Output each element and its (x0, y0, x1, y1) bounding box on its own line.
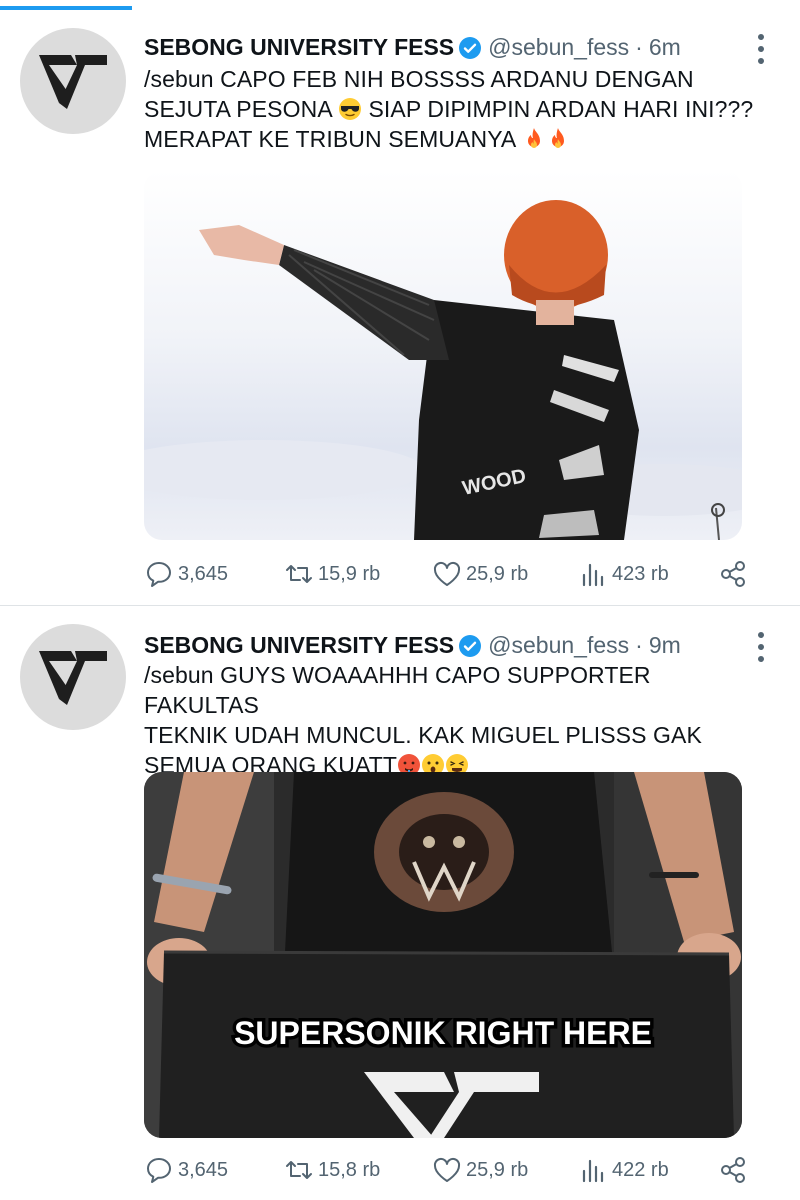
heart-icon (433, 561, 461, 586)
tweet-text-segment: SEJUTA PESONA (144, 96, 338, 122)
views-count: 423 rb (612, 562, 669, 585)
reply-button[interactable]: 3,645 (144, 1152, 228, 1188)
retweet-icon (286, 1161, 312, 1179)
retweet-button[interactable]: 15,8 rb (284, 1152, 380, 1188)
share-button[interactable] (718, 556, 752, 592)
verified-badge-icon (458, 634, 482, 658)
tweet-image[interactable]: WOOD (144, 170, 742, 540)
tweet-header: SEBONG UNIVERSITY FESS @sebun_fess · 6m (144, 34, 740, 61)
timestamp[interactable]: 9m (649, 632, 681, 659)
fire-emoji-icon (527, 128, 540, 148)
retweet-icon (286, 565, 312, 583)
tweet[interactable]: SEBONG UNIVERSITY FESS @sebun_fess · 9m … (0, 606, 800, 1200)
heart-icon (433, 1157, 461, 1182)
retweet-count: 15,9 rb (318, 562, 381, 585)
views-count: 422 rb (612, 1158, 669, 1181)
svg-text:SUPERSONIK RIGHT HERE: SUPERSONIK RIGHT HERE (234, 1015, 652, 1051)
reply-count: 3,645 (178, 1158, 229, 1181)
tweet-text-line: MERAPAT KE TRIBUN SEMUANYA (144, 124, 770, 154)
reply-count: 3,645 (178, 562, 229, 585)
share-button[interactable] (718, 1152, 752, 1188)
reply-icon (147, 562, 171, 587)
like-count: 25,9 rb (466, 562, 529, 585)
share-icon (721, 1157, 745, 1183)
fire-emoji-icon (551, 128, 564, 148)
handle[interactable]: @sebun_fess (488, 632, 629, 659)
tweet-text-line: TEKNIK UDAH MUNCUL. KAK MIGUEL PLISSS GA… (144, 722, 702, 748)
more-options-icon[interactable] (756, 632, 766, 662)
person-holding-flag-photo: SUPERSONIK RIGHT HERE (144, 772, 742, 1138)
tweet-text: /sebun GUYS WOAAAHHH CAPO SUPPORTER FAKU… (144, 660, 770, 780)
more-options-icon[interactable] (756, 34, 766, 64)
retweet-count: 15,8 rb (318, 1158, 381, 1181)
views-bar-chart-icon (582, 1159, 604, 1183)
avatar[interactable] (20, 624, 126, 730)
like-count: 25,9 rb (466, 1158, 529, 1181)
tweet-actions: 3,645 15,9 rb 25,9 rb 423 rb (144, 556, 754, 592)
views-bar-chart-icon (582, 563, 604, 587)
display-name[interactable]: SEBONG UNIVERSITY FESS (144, 632, 454, 659)
verified-badge-icon (458, 36, 482, 60)
tweet[interactable]: SEBONG UNIVERSITY FESS @sebun_fess · 6m … (0, 0, 800, 606)
university-logo-icon (39, 55, 107, 109)
like-button[interactable]: 25,9 rb (432, 556, 528, 592)
tweet-text-line: /sebun CAPO FEB NIH BOSSSS ARDANU DENGAN (144, 66, 694, 92)
reply-icon (147, 1158, 171, 1183)
reply-button[interactable]: 3,645 (144, 556, 228, 592)
tweet-image[interactable]: SUPERSONIK RIGHT HERE (144, 772, 742, 1138)
separator-dot: · (635, 632, 643, 658)
tweet-text-segment: SIAP DIPIMPIN ARDAN HARI INI??? (361, 96, 754, 122)
timestamp[interactable]: 6m (649, 34, 681, 61)
tweet-header: SEBONG UNIVERSITY FESS @sebun_fess · 9m (144, 632, 740, 659)
display-name[interactable]: SEBONG UNIVERSITY FESS (144, 34, 454, 61)
handle[interactable]: @sebun_fess (488, 34, 629, 61)
tweet-text-segment: MERAPAT KE TRIBUN SEMUANYA (144, 126, 522, 152)
share-icon (721, 561, 745, 587)
views-button[interactable]: 423 rb (578, 556, 669, 592)
university-logo-icon (39, 651, 107, 705)
views-button[interactable]: 422 rb (578, 1152, 669, 1188)
tweet-actions: 3,645 15,8 rb 25,9 rb 422 rb (144, 1152, 754, 1188)
retweet-button[interactable]: 15,9 rb (284, 556, 380, 592)
person-pointing-photo: WOOD (144, 170, 742, 540)
sunglasses-emoji-icon (338, 98, 361, 120)
separator-dot: · (635, 34, 643, 60)
avatar[interactable] (20, 28, 126, 134)
tweet-text-line: SEJUTA PESONA SIAP DIPIMPIN ARDAN HARI I… (144, 94, 770, 124)
image-caption: SUPERSONIK RIGHT HERE (231, 1012, 656, 1055)
like-button[interactable]: 25,9 rb (432, 1152, 528, 1188)
tweet-text: /sebun CAPO FEB NIH BOSSSS ARDANU DENGAN… (144, 64, 770, 154)
tweet-text-line: /sebun GUYS WOAAAHHH CAPO SUPPORTER FAKU… (144, 662, 651, 718)
